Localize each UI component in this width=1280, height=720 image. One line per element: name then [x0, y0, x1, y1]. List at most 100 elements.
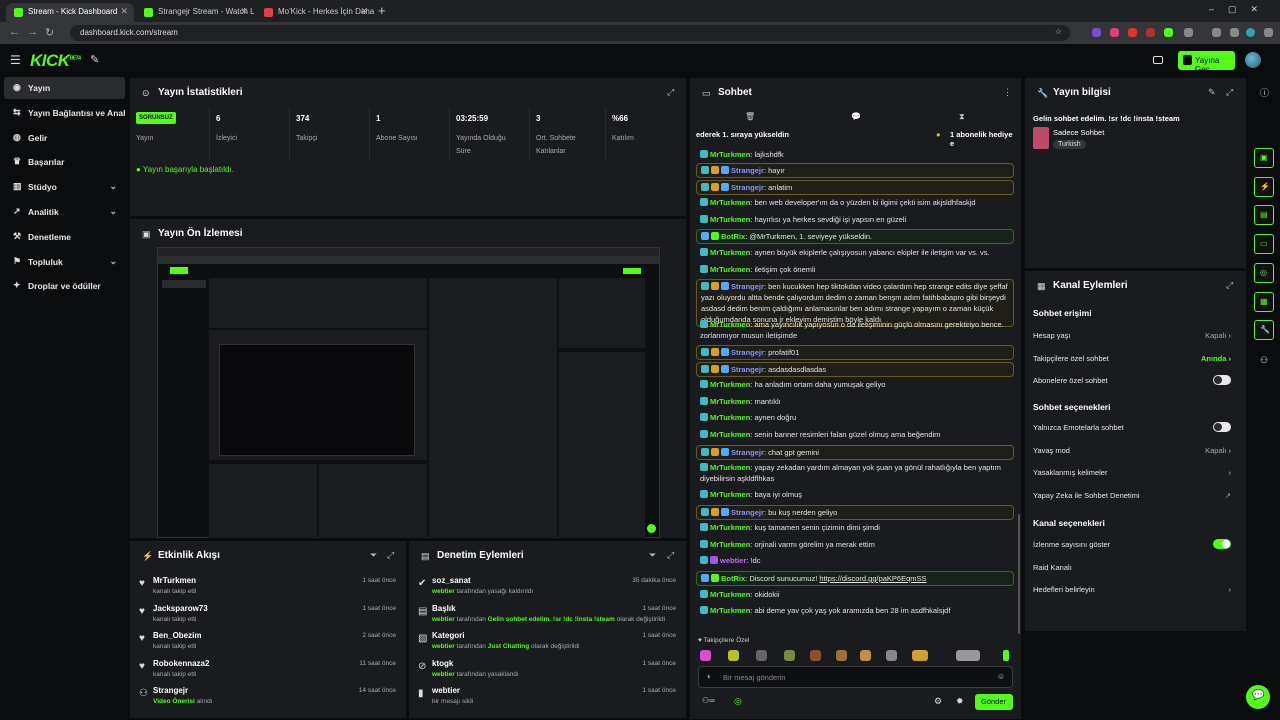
settings-gear-icon[interactable]: ⚙: [934, 696, 942, 707]
setting-row[interactable]: Takipçilere özel sohbet Anında ›: [1033, 354, 1239, 376]
emote-icon[interactable]: [912, 650, 928, 661]
chevron-down-icon[interactable]: ⌄: [109, 181, 117, 192]
chat-username[interactable]: MrTurkmen: [710, 523, 750, 532]
window-controls[interactable]: –▢✕: [1209, 4, 1272, 15]
chat-username[interactable]: MrTurkmen: [710, 590, 750, 599]
mod-actor[interactable]: webtier: [432, 616, 455, 623]
close-icon[interactable]: ✕: [120, 6, 128, 17]
emote-icon[interactable]: [784, 650, 795, 661]
sidebar-item-5[interactable]: ↗ Analitik ⌄: [4, 201, 125, 223]
emoji-icon[interactable]: ☺: [997, 672, 1005, 681]
chat-username[interactable]: Strangejr: [731, 448, 764, 457]
mod-actor[interactable]: webtier: [432, 643, 455, 650]
extensions-puzzle-icon[interactable]: [1184, 28, 1193, 37]
chat-users-icon[interactable]: ⚇∞: [702, 696, 715, 705]
account-avatar-icon[interactable]: [1246, 28, 1255, 37]
emote-icon[interactable]: [956, 650, 980, 661]
setting-row[interactable]: Hesap yaşı Kapalı ›: [1033, 331, 1239, 353]
rail-lightning-icon[interactable]: ⚡: [1254, 176, 1274, 197]
extension-icon[interactable]: [1146, 28, 1155, 37]
chat-settings-icon[interactable]: ◐: [707, 672, 712, 681]
mod-target[interactable]: ktogk: [432, 659, 453, 668]
chat-username[interactable]: MrTurkmen: [710, 397, 750, 406]
chat-input[interactable]: ◐ Bir mesaj gönderin ☺: [698, 666, 1013, 688]
community-icon[interactable]: ⚇: [1260, 355, 1268, 366]
chat-username[interactable]: MrTurkmen: [710, 215, 750, 224]
chat-username[interactable]: MrTurkmen: [710, 540, 750, 549]
chat-bubble-icon[interactable]: 💬: [851, 112, 861, 121]
chat-username[interactable]: MrTurkmen: [710, 265, 750, 274]
media-icon[interactable]: [1153, 56, 1163, 64]
preview-screen[interactable]: [157, 247, 660, 538]
chat-username[interactable]: MrTurkmen: [710, 490, 750, 499]
sidebar-item-6[interactable]: ⚒ Denetleme: [4, 226, 125, 248]
expand-icon[interactable]: ⤢: [1226, 87, 1233, 98]
chat-username[interactable]: Strangejr: [731, 166, 764, 175]
extension-icon[interactable]: [1092, 28, 1101, 37]
rail-target-icon[interactable]: ◎: [1254, 262, 1274, 283]
setting-row[interactable]: Yavaş mod Kapalı ›: [1033, 446, 1239, 468]
chat-username[interactable]: MrTurkmen: [710, 198, 750, 207]
setting-row[interactable]: Abonelere özel sohbet: [1033, 375, 1239, 398]
badge-icon[interactable]: ✹: [956, 696, 964, 707]
chat-username[interactable]: Strangejr: [731, 508, 764, 517]
chevron-down-icon[interactable]: ⌄: [109, 206, 117, 217]
chat-link[interactable]: https://discord.gg/paKP6EqmSS: [819, 574, 926, 583]
browser-menu-icon[interactable]: [1264, 28, 1273, 37]
rail-list-icon[interactable]: ▤: [1254, 205, 1274, 226]
browser-tab-dashboard[interactable]: Stream - Kick Dashboard ✕: [6, 3, 134, 22]
browser-tab-mokick[interactable]: Mo'Kick - Herkes İçin Daha İyi E✕: [256, 3, 374, 22]
go-live-button[interactable]: Yayına Geç: [1178, 51, 1235, 74]
help-chat-button[interactable]: 💬: [1246, 685, 1270, 709]
sidebar-item-3[interactable]: ♛ Başarılar: [4, 151, 125, 173]
emote-icon[interactable]: [860, 650, 871, 661]
chat-username[interactable]: MrTurkmen: [710, 606, 750, 615]
expand-icon[interactable]: ⤢: [667, 550, 674, 561]
user-avatar[interactable]: [1245, 52, 1261, 68]
toggle-switch[interactable]: [1213, 422, 1231, 432]
chat-username[interactable]: MrTurkmen: [710, 248, 750, 257]
emote-icon[interactable]: [756, 650, 767, 661]
reload-icon[interactable]: ↻: [45, 26, 54, 39]
rail-log-icon[interactable]: ▦: [1254, 291, 1274, 312]
sidebar-item-4[interactable]: ▥ Stüdyo ⌄: [4, 176, 125, 198]
timer-icon[interactable]: ⧗: [959, 112, 965, 122]
new-tab-button[interactable]: +: [378, 3, 386, 18]
rail-preview-icon[interactable]: ▣: [1254, 148, 1274, 168]
toggle-switch[interactable]: [1213, 375, 1231, 386]
feed-username[interactable]: MrTurkmen: [153, 576, 196, 585]
feed-username[interactable]: Ben_Obezim: [153, 631, 201, 640]
feed-username[interactable]: Robokennaza2: [153, 659, 209, 668]
chat-username[interactable]: MrTurkmen: [710, 320, 750, 329]
edit-icon[interactable]: ✎: [1208, 87, 1216, 98]
chat-username[interactable]: MrTurkmen: [710, 430, 750, 439]
chat-username[interactable]: Strangejr: [731, 348, 764, 357]
sidebar-item-8[interactable]: ✦ Droplar ve ödüller: [4, 275, 125, 297]
chat-username[interactable]: Strangejr: [731, 183, 764, 192]
sidebar-item-0[interactable]: ◉ Yayın: [4, 77, 125, 99]
profile-icon[interactable]: [1230, 28, 1239, 37]
toggle-switch[interactable]: [1213, 539, 1231, 549]
mod-actor[interactable]: webtier: [432, 588, 455, 595]
mod-actor[interactable]: webtier: [432, 671, 455, 678]
send-button[interactable]: Gönder: [975, 694, 1013, 710]
extension-icon[interactable]: [1128, 28, 1137, 37]
expand-icon[interactable]: ⤢: [1226, 280, 1233, 291]
emote-icon[interactable]: [836, 650, 847, 661]
emote-icon[interactable]: [728, 650, 739, 661]
hamburger-menu-icon[interactable]: ☰: [10, 53, 21, 67]
bookmark-star-icon[interactable]: ☆: [1055, 27, 1062, 36]
setting-row[interactable]: Yapay Zeka ile Sohbet Denetimi ↗: [1033, 491, 1239, 513]
points-icon[interactable]: ◎: [734, 696, 742, 707]
pin-icon[interactable]: ✎: [90, 53, 99, 66]
chat-username[interactable]: BotRix: [721, 574, 745, 583]
extension-icon[interactable]: [1164, 28, 1173, 37]
chevron-down-icon[interactable]: ⌄: [109, 256, 117, 267]
chevron-right-icon[interactable]: ›: [1226, 354, 1231, 363]
chevron-right-icon[interactable]: ›: [1229, 468, 1232, 477]
url-field[interactable]: dashboard.kick.com/stream ☆: [70, 25, 1070, 41]
chat-username[interactable]: BotRix: [721, 232, 745, 241]
setting-row[interactable]: Yasaklanmış kelimeler ›: [1033, 468, 1239, 490]
feed-username[interactable]: Jacksparow73: [153, 604, 208, 613]
expand-icon[interactable]: ⤢: [387, 550, 394, 561]
